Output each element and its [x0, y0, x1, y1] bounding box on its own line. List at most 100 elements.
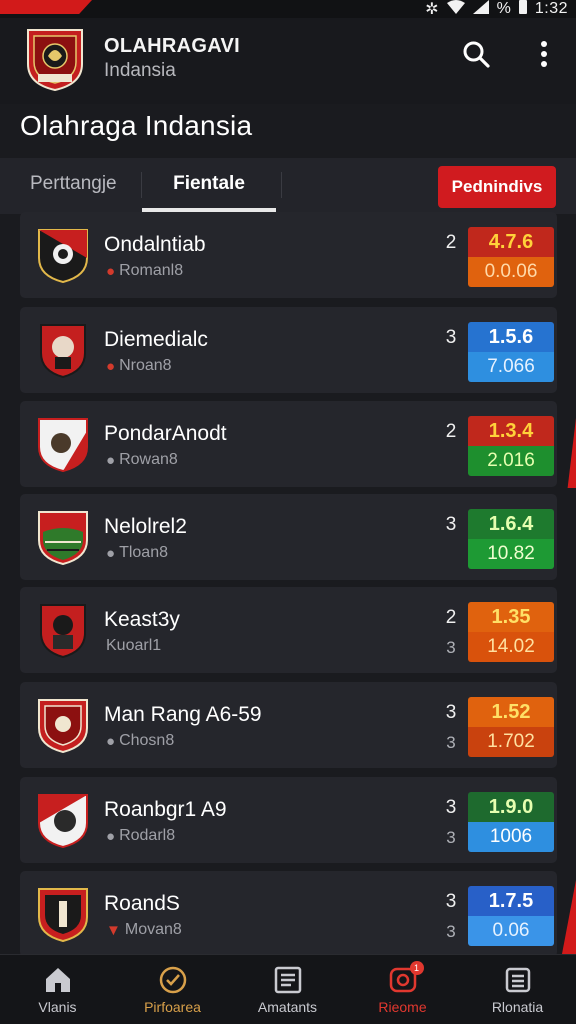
nav-label: Rlonatia — [491, 999, 544, 1015]
battery-percent: % — [496, 0, 511, 17]
team-name: PondarAnodt — [104, 422, 227, 445]
status-bar: ✲ % 1:32 — [0, 0, 576, 18]
app-header: OLAHRAGAVI Indansia — [0, 18, 576, 104]
notification-badge: 1 — [409, 961, 424, 975]
app-subtitle: Indansia — [104, 60, 176, 81]
odd-bottom[interactable]: 1.702 — [468, 727, 554, 757]
cta-button[interactable]: Pednindivs — [438, 166, 556, 208]
odd-bottom[interactable]: 0.06 — [468, 916, 554, 946]
score-bottom: 3 — [446, 733, 456, 752]
team-location: ● Romanl8 — [106, 262, 184, 280]
odd-bottom[interactable]: 14.02 — [468, 632, 554, 662]
status-time: 1:32 — [534, 0, 568, 17]
tab-divider — [281, 172, 282, 198]
bluetooth-icon: ✲ — [425, 1, 439, 18]
wifi-icon — [446, 0, 465, 19]
side-accent — [567, 418, 576, 488]
status-accent-stripe — [0, 0, 92, 14]
list-item[interactable]: Man Rang A6-59 ● Chosn8 3 3 1.52 1.702 — [20, 682, 557, 768]
location-pin-icon: ● — [106, 544, 116, 562]
more-options-button[interactable] — [526, 38, 562, 74]
page-title: Olahraga Indansia — [20, 110, 253, 141]
nav-label: Rieome — [378, 999, 427, 1015]
team-name: Nelolrel2 — [104, 515, 187, 538]
odd-top[interactable]: 1.3.4 — [468, 416, 554, 446]
odd-top[interactable]: 1.5.6 — [468, 322, 554, 352]
app-screen: ✲ % 1:32 OLAHRAGAVI Indansia Olahraga In… — [0, 0, 576, 1024]
team-name: Man Rang A6-59 — [104, 703, 262, 726]
location-pin-icon: ▼ — [106, 921, 121, 939]
bottom-navigation: Vlanis Pirfoarea Amatants 1 Rieome Rlona… — [0, 954, 576, 1024]
nav-home[interactable]: Vlanis — [0, 955, 115, 1024]
location-pin-icon: ● — [106, 357, 116, 375]
list-item[interactable]: PondarAnodt ● Rowan8 2 1.3.4 2.016 — [20, 401, 557, 487]
list-item[interactable]: Ondalntiab ● Romanl8 2 4.7.6 0.0.06 — [20, 212, 557, 298]
list-icon — [273, 965, 303, 995]
odd-top[interactable]: 1.9.0 — [468, 792, 554, 822]
odd-bottom[interactable]: 2.016 — [468, 446, 554, 476]
team-location: ▼ Movan8 — [106, 921, 182, 939]
team-badge-icon — [37, 510, 89, 566]
team-badge-icon — [37, 323, 89, 379]
list-item[interactable]: RoandS ▼ Movan8 3 3 1.7.5 0.06 — [20, 871, 557, 957]
score-bottom: 3 — [446, 828, 456, 847]
nav-label: Amatants — [257, 999, 318, 1015]
home-icon — [43, 965, 73, 995]
team-location: Kuoarl1 — [106, 637, 162, 654]
nav-menu[interactable]: Rlonatia — [460, 955, 575, 1024]
search-button[interactable] — [458, 38, 494, 74]
team-name: RoandS — [104, 892, 180, 915]
tab-pertandingan[interactable]: Perttangje — [30, 158, 117, 210]
side-accent — [562, 880, 576, 954]
tab-bar: Perttangje Fientale Pednindivs — [0, 158, 576, 214]
list-item[interactable]: Nelolrel2 ● Tloan8 3 1.6.4 10.82 — [20, 494, 557, 580]
nav-label: Pirfoarea — [144, 999, 201, 1015]
odd-top[interactable]: 4.7.6 — [468, 227, 554, 257]
odd-top[interactable]: 1.7.5 — [468, 886, 554, 916]
odd-top[interactable]: 1.52 — [468, 697, 554, 727]
team-badge-icon — [37, 887, 89, 943]
menu-icon — [503, 965, 533, 995]
odd-bottom[interactable]: 0.0.06 — [468, 257, 554, 287]
more-vertical-icon — [540, 40, 548, 73]
search-icon — [462, 40, 490, 73]
notification-icon: 1 — [388, 961, 424, 995]
odd-top[interactable]: 1.35 — [468, 602, 554, 632]
score-top: 2 — [445, 607, 457, 628]
list-item[interactable]: Roanbgr1 A9 ● Rodarl8 3 3 1.9.0 1006 — [20, 777, 557, 863]
nav-predictions[interactable]: Pirfoarea — [115, 955, 230, 1024]
odd-bottom[interactable]: 10.82 — [468, 539, 554, 569]
check-circle-icon — [158, 965, 188, 995]
team-name: Roanbgr1 A9 — [104, 798, 227, 821]
nav-notifications[interactable]: 1 Rieome — [345, 955, 460, 1024]
score-top: 2 — [445, 232, 457, 253]
team-location: ● Tloan8 — [106, 544, 168, 562]
team-name: Keast3y — [104, 608, 180, 631]
odd-bottom[interactable]: 1006 — [468, 822, 554, 852]
score-top: 2 — [445, 421, 457, 442]
team-badge-icon — [37, 417, 89, 473]
list-item[interactable]: Keast3y Kuoarl1 2 3 1.35 14.02 — [20, 587, 557, 673]
battery-icon — [518, 0, 527, 19]
team-location: ● Chosn8 — [106, 732, 175, 750]
score-bottom: 3 — [446, 922, 456, 941]
team-location: ● Rodarl8 — [106, 827, 176, 845]
tab-active[interactable]: Fientale — [142, 158, 276, 210]
nav-label: Vlanis — [38, 999, 77, 1015]
team-name: Diemedialc — [104, 328, 208, 351]
team-badge-icon — [37, 698, 89, 754]
score-top: 3 — [445, 514, 457, 535]
odd-bottom[interactable]: 7.066 — [468, 352, 554, 382]
location-pin-icon: ● — [106, 732, 116, 750]
team-badge-icon — [37, 793, 89, 849]
app-title: OLAHRAGAVI — [104, 35, 240, 57]
nav-matches[interactable]: Amatants — [230, 955, 345, 1024]
signal-icon — [472, 0, 489, 19]
score-top: 3 — [445, 702, 457, 723]
score-top: 3 — [445, 797, 457, 818]
odd-top[interactable]: 1.6.4 — [468, 509, 554, 539]
status-icons: ✲ % 1:32 — [425, 0, 568, 18]
list-item[interactable]: Diemedialc ● Nroan8 3 1.5.6 7.066 — [20, 307, 557, 393]
team-name: Ondalntiab — [104, 233, 206, 256]
app-logo — [24, 26, 86, 92]
